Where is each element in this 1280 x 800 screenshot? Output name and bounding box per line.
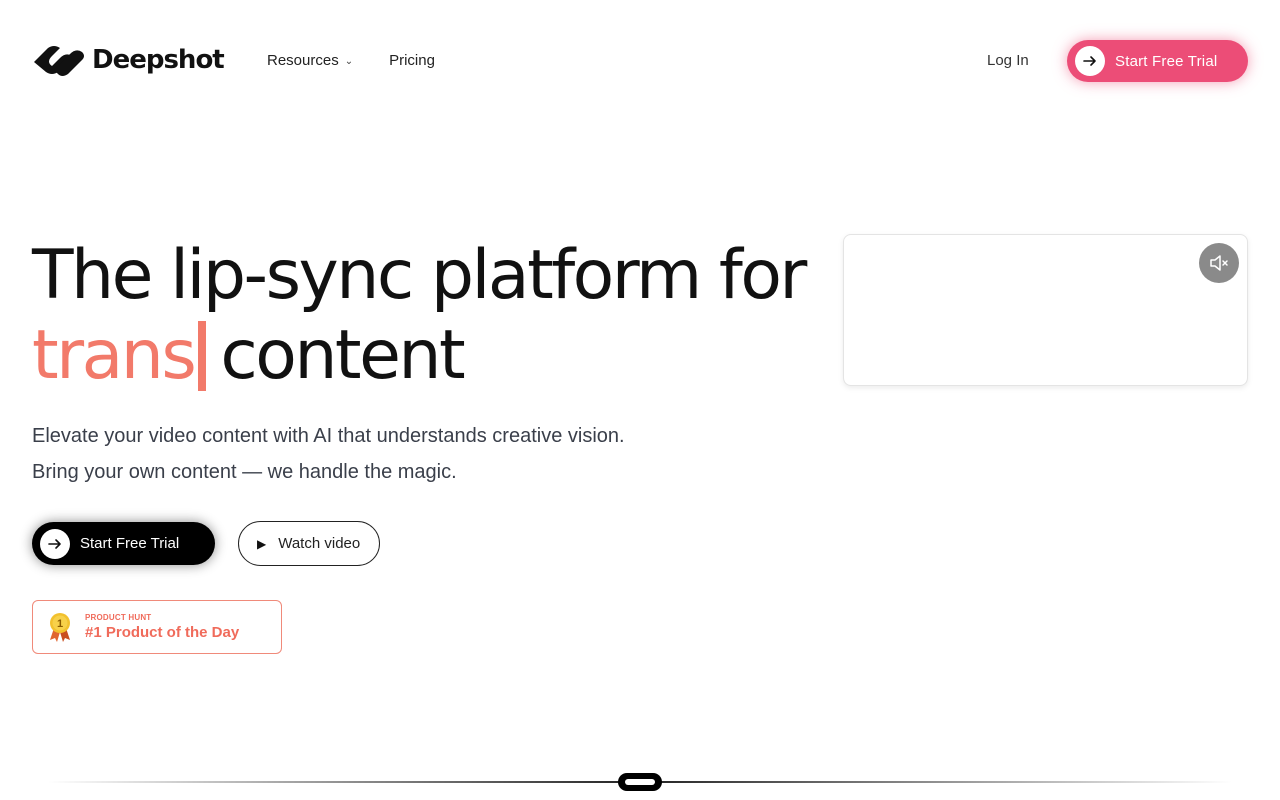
headline-suffix: content [220,316,465,395]
demo-video-player[interactable] [843,234,1248,386]
scroll-handle[interactable] [618,773,662,791]
nav-item-pricing[interactable]: Pricing [389,52,435,69]
hero-start-free-trial-button[interactable]: Start Free Trial [32,522,215,565]
product-hunt-kicker: PRODUCT HUNT [85,613,152,622]
product-hunt-title: #1 Product of the Day [85,624,240,641]
brand-name: Deepshot [92,45,225,75]
subtext-line-2: Bring your own content — we handle the m… [32,461,457,483]
button-label: Watch video [278,535,361,552]
main-nav: Resources ⌄ Pricing [267,52,435,69]
hero-subtext: Elevate your video content with AI that … [32,418,732,490]
typing-caret [198,321,207,391]
arrow-right-icon [40,528,70,559]
button-label: Start Free Trial [80,535,180,552]
headline-line-2: trans content [32,316,832,396]
rotating-word: trans [32,316,197,395]
hero-headline: The lip-sync platform for trans content [32,236,832,396]
svg-text:1: 1 [57,618,63,630]
button-label: Start Free Trial [1115,52,1218,70]
play-icon: ▶ [257,536,267,551]
nav-item-label: Pricing [389,52,435,69]
nav-item-resources[interactable]: Resources ⌄ [267,52,353,69]
product-hunt-badge[interactable]: 1 PRODUCT HUNT #1 Product of the Day [32,600,282,654]
arrow-right-icon [1075,46,1105,76]
medal-icon: 1 [50,613,70,642]
watch-video-button[interactable]: ▶ Watch video [238,521,380,566]
scroll-handle-bar [625,779,655,785]
nav-item-label: Resources [267,52,339,69]
start-free-trial-button[interactable]: Start Free Trial [1067,40,1248,82]
login-link[interactable]: Log In [987,52,1029,69]
product-hunt-text: PRODUCT HUNT #1 Product of the Day [85,613,239,641]
logo-mark-icon [34,46,84,76]
headline-line-1: The lip-sync platform for [32,236,807,315]
subtext-line-1: Elevate your video content with AI that … [32,425,625,447]
brand-logo[interactable]: Deepshot [32,44,225,76]
chevron-down-icon: ⌄ [344,56,354,67]
speaker-muted-icon [1210,255,1228,271]
mute-toggle-button[interactable] [1199,243,1239,283]
site-header: Deepshot Resources ⌄ Pricing Log In Star… [0,0,1280,122]
